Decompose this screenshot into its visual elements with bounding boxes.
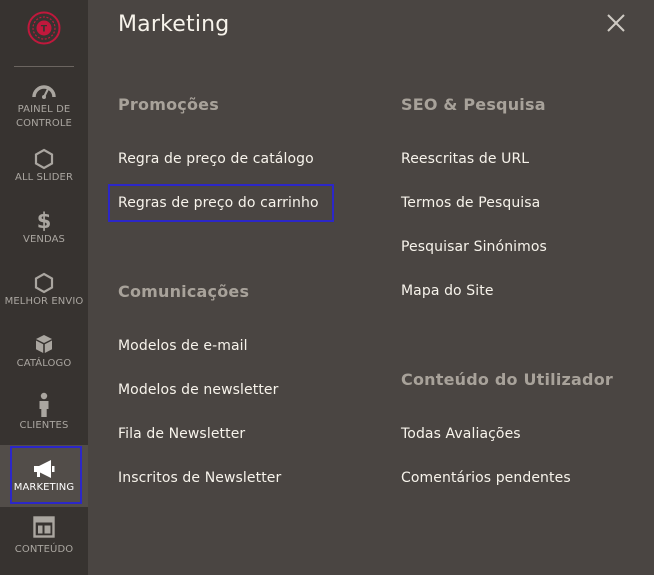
link-fila-newsletter[interactable]: Fila de Newsletter	[118, 424, 245, 444]
box-icon	[0, 333, 88, 355]
sidebar-item-dashboard[interactable]: PAINEL DE CONTROLE	[0, 76, 88, 142]
hexagon-icon	[0, 148, 88, 170]
sidebar-item-clientes[interactable]: CLIENTES	[0, 390, 88, 452]
link-inscritos-newsletter[interactable]: Inscritos de Newsletter	[118, 468, 281, 488]
section-title-seo-pesquisa: SEO & Pesquisa	[401, 95, 546, 114]
section-title-conteudo-utilizador: Conteúdo do Utilizador	[401, 370, 613, 389]
svg-text:$: $	[37, 209, 52, 232]
admin-sidebar: T PAINEL DE CONTROLE ALL SLIDER $ VENDAS…	[0, 0, 88, 575]
sidebar-item-label: MELHOR ENVIO	[4, 296, 84, 307]
sidebar-item-catalogo[interactable]: CATÁLOGO	[0, 328, 88, 390]
sidebar-item-vendas[interactable]: $ VENDAS	[0, 204, 88, 266]
link-comentarios-pendentes[interactable]: Comentários pendentes	[401, 468, 571, 488]
section-title-comunicacoes: Comunicações	[118, 282, 250, 301]
hexagon-icon	[0, 272, 88, 294]
close-icon[interactable]	[605, 12, 627, 34]
link-regras-preco-carrinho[interactable]: Regras de preço do carrinho	[118, 193, 319, 213]
sidebar-item-conteudo[interactable]: CONTEÚDO	[0, 512, 88, 574]
panel-title: Marketing	[118, 12, 230, 37]
person-icon	[0, 392, 88, 418]
sidebar-item-label: CATÁLOGO	[16, 358, 72, 369]
link-termos-pesquisa[interactable]: Termos de Pesquisa	[401, 193, 540, 213]
sidebar-item-all-slider[interactable]: ALL SLIDER	[0, 142, 88, 204]
sidebar-item-label: PAINEL DE	[17, 104, 71, 115]
link-pesquisar-sinonimos[interactable]: Pesquisar Sinónimos	[401, 237, 547, 257]
sidebar-item-label: ALL SLIDER	[15, 172, 73, 183]
dashboard-icon	[0, 82, 88, 100]
link-modelos-email[interactable]: Modelos de e-mail	[118, 336, 248, 356]
sidebar-item-label: VENDAS	[23, 234, 65, 245]
svg-text:T: T	[41, 25, 48, 35]
link-regra-preco-catalogo[interactable]: Regra de preço de catálogo	[118, 149, 314, 169]
marketing-flyout-panel: Marketing Promoções Regra de preço de ca…	[88, 0, 654, 575]
section-title-promocoes: Promoções	[118, 95, 219, 114]
link-todas-avaliacoes[interactable]: Todas Avaliações	[401, 424, 521, 444]
sidebar-item-label: CONTROLE	[16, 118, 72, 129]
store-logo-icon[interactable]: T	[27, 11, 61, 45]
link-modelos-newsletter[interactable]: Modelos de newsletter	[118, 380, 278, 400]
layout-icon	[0, 516, 88, 538]
sidebar-item-label: CONTEÚDO	[14, 544, 74, 555]
dollar-icon: $	[0, 208, 88, 232]
logo-divider	[14, 66, 74, 67]
sidebar-item-melhor-envio[interactable]: MELHOR ENVIO	[0, 266, 88, 328]
active-item-highlight	[10, 446, 82, 504]
link-mapa-site[interactable]: Mapa do Site	[401, 281, 494, 301]
link-reescritas-url[interactable]: Reescritas de URL	[401, 149, 529, 169]
sidebar-item-label: CLIENTES	[19, 420, 69, 431]
